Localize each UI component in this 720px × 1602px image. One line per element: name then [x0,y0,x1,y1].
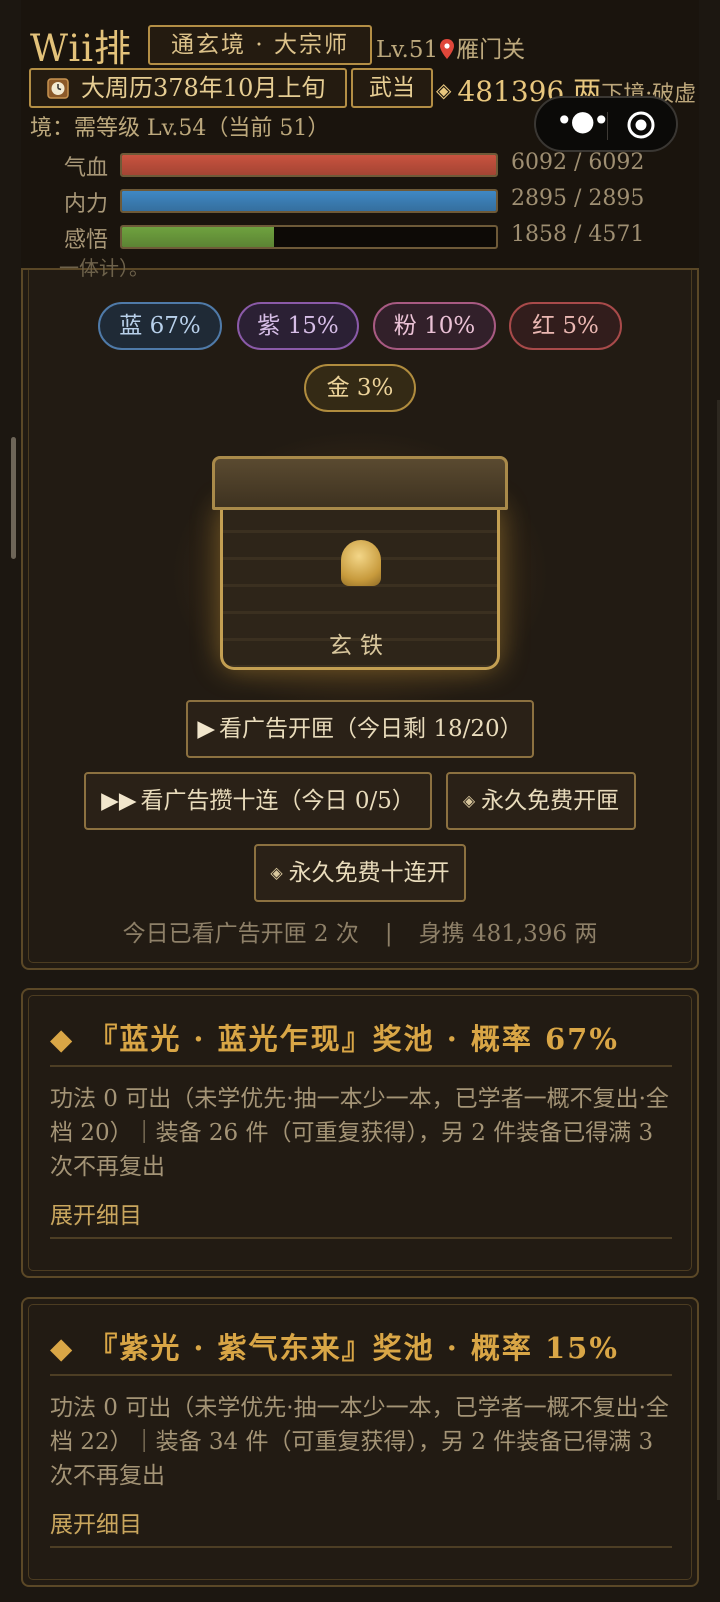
player-name: Wii排 [30,27,133,70]
divider [50,1237,672,1239]
mp-bar [120,189,498,213]
chest-lock-icon [341,540,381,586]
pool-card-blue: ◆ 『蓝光 · 蓝光乍现』奖池 · 概率 67% 功法 0 可出（未学优先·抽一本… [21,988,699,1278]
clock-icon [47,78,69,99]
left-scroll-indicator[interactable] [11,437,16,559]
watch-ad-ten-button[interactable]: ▶▶ 看广告攒十连（今日 0/5） [84,772,432,830]
location-pin-icon [440,39,455,59]
stat-value-hp: 6092 / 6092 [511,150,645,175]
stat-label-insight: 感悟 [64,228,109,253]
mp-bar-fill [122,191,496,211]
pool-title: ◆ 『紫光 · 紫气东来』奖池 · 概率 15% [50,1325,619,1367]
pool-description: 功法 0 可出（未学优先·抽一本少一本，已学者一概不复出·全档 20）｜装备 2… [50,1086,669,1180]
player-level: Lv.51 [376,37,439,63]
play-icon: ▶ [197,716,216,742]
rate-pill-blue: 蓝 67% [98,302,222,350]
level-location: Lv.51 雁门关 [376,30,525,64]
insight-bar-fill [122,227,274,247]
capsule-divider [607,112,608,140]
diamond-icon: ◆ [50,1331,75,1365]
carried-money: 身携 481,396 两 [418,921,598,947]
diamond-icon: ◈ [462,791,476,810]
expand-details-link[interactable]: 展开细目 [50,1505,142,1539]
ads-watched-count: 今日已看广告开匣 2 次 [122,921,359,947]
open-summary: 今日已看广告开匣 2 次 | 身携 481,396 两 [0,914,720,948]
truncated-text: 一体计）。 [59,256,149,280]
rate-pill-pink: 粉 10% [373,302,496,350]
calendar-date: 大周历378年10月上旬 [29,68,347,108]
pool-description: 功法 0 可出（未学优先·抽一本少一本，已学者一概不复出·全档 22）｜装备 3… [50,1395,669,1489]
watch-ad-open-label: 看广告开匣（今日剩 18/20） [219,716,523,742]
pool-card-purple: ◆ 『紫光 · 紫气东来』奖池 · 概率 15% 功法 0 可出（未学优先·抽一本… [21,1297,699,1587]
diamond-icon: ◈ [270,863,283,882]
date-text: 大周历378年10月上旬 [81,74,326,102]
diamond-icon: ◈ [436,78,452,102]
pool-title-text: 『紫光 · 紫气东来』奖池 · 概率 15% [88,1331,619,1365]
rate-pill-red: 红 5% [509,302,622,350]
chest-type-label: 玄铁 [329,633,391,659]
pool-title: ◆ 『蓝光 · 蓝光乍现』奖池 · 概率 67% [50,1016,619,1058]
fast-forward-icon: ▶▶ [101,788,137,814]
divider [50,1374,672,1376]
chest-lid[interactable] [212,456,508,510]
divider [50,1546,672,1548]
summary-divider: | [384,921,393,947]
location-name: 雁门关 [456,37,526,63]
rate-pill-gold: 金 3% [304,364,416,412]
free-ten-label: 永久免费十连开 [288,860,450,886]
watch-ad-ten-label: 看广告攒十连（今日 0/5） [140,788,415,814]
realm-requirement: 境：需等级 Lv.54（当前 51） [30,116,330,141]
free-open-label: 永久免费开匣 [481,788,620,814]
insight-bar [120,225,498,249]
diamond-icon: ◆ [50,1022,75,1056]
divider [50,1065,672,1067]
rate-pill-purple: 紫 15% [237,302,359,350]
sect-badge[interactable]: 武当 [351,68,433,108]
more-dots-icon[interactable]: •●• [556,104,609,137]
free-ten-button[interactable]: ◈ 永久免费十连开 [254,844,466,902]
miniprogram-capsule: •●• [534,96,678,152]
hp-bar [120,153,498,177]
expand-details-link[interactable]: 展开细目 [50,1196,142,1230]
stat-value-insight: 1858 / 4571 [511,222,645,247]
hp-bar-fill [122,155,496,175]
stat-label-mp: 内力 [64,192,109,217]
miniprogram-close-icon[interactable] [626,110,656,140]
stat-value-mp: 2895 / 2895 [511,186,645,211]
watch-ad-open-button[interactable]: ▶ 看广告开匣（今日剩 18/20） [186,700,534,758]
stat-label-hp: 气血 [64,156,109,181]
realm-badge[interactable]: 通玄境 · 大宗师 [148,25,372,65]
pool-title-text: 『蓝光 · 蓝光乍现』奖池 · 概率 67% [88,1022,619,1056]
free-open-button[interactable]: ◈ 永久免费开匣 [446,772,636,830]
